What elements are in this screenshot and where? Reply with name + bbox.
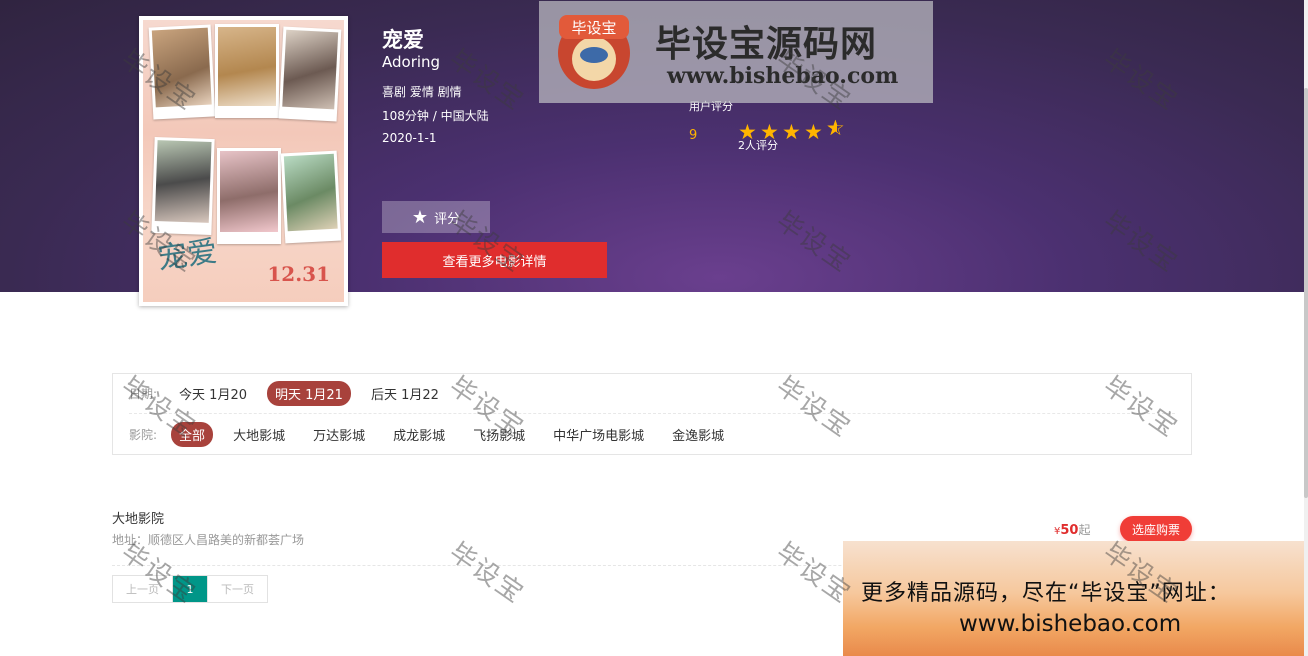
- poster-art: 宠爱 12.31: [143, 20, 344, 302]
- movie-title: 宠爱: [382, 28, 424, 52]
- page-scrollbar[interactable]: [1304, 0, 1308, 656]
- cinema-option[interactable]: 飞扬影城: [465, 422, 533, 447]
- poster-title: 宠爱: [155, 233, 220, 277]
- date-filter-label: 日期:: [129, 387, 158, 401]
- star-half-icon: ☆ ★: [826, 116, 845, 140]
- scrollbar-thumb[interactable]: [1304, 88, 1308, 498]
- cinema-option[interactable]: 成龙影城: [385, 422, 453, 447]
- rating-stars: ★ ★ ★ ★ ☆ ★: [738, 116, 848, 143]
- rate-button[interactable]: ★ 评分: [382, 201, 490, 233]
- cinema-option-active[interactable]: 全部: [171, 421, 214, 447]
- cinema-address: 地址：顺德区人昌路美的新都荟广场: [112, 533, 305, 547]
- cinema-price: ¥50起: [1054, 521, 1090, 538]
- cinema-option[interactable]: 中华广场电影城: [545, 422, 652, 447]
- rating-score: 9: [689, 128, 698, 143]
- star-full-icon: ★: [804, 120, 823, 144]
- poster-photo: [278, 26, 342, 122]
- watermark-text: 毕设宝: [443, 537, 530, 610]
- filter-panel: 日期: 今天 1月20 明天 1月21 后天 1月22 影院: 全部 大地影城 …: [112, 373, 1192, 455]
- date-option[interactable]: 后天 1月22: [363, 381, 447, 406]
- promo-url: www.bishebao.com: [959, 611, 1182, 637]
- star-icon: ★: [411, 206, 429, 227]
- promo-text: 更多精品源码，尽在“毕设宝”网址：: [861, 581, 1231, 606]
- watermark-logo: 毕设宝 毕设宝源码网 www.bishebao.com: [539, 1, 933, 103]
- poster-photo: [215, 24, 279, 118]
- date-filter-row: 日期: 今天 1月20 明天 1月21 后天 1月22: [129, 374, 1175, 414]
- pagination: 上一页 1 下一页: [112, 575, 268, 603]
- cinema-option[interactable]: 万达影城: [305, 422, 373, 447]
- current-page[interactable]: 1: [173, 576, 207, 602]
- logo-badge-icon: 毕设宝: [558, 15, 630, 89]
- price-value: 50: [1060, 523, 1079, 538]
- movie-english-title: Adoring: [382, 53, 441, 71]
- rating-count: 2人评分: [738, 139, 778, 152]
- poster-date: 12.31: [267, 262, 330, 286]
- poster-photo: [280, 150, 342, 244]
- next-page-button[interactable]: 下一页: [207, 576, 267, 602]
- cinema-option[interactable]: 大地影城: [225, 422, 293, 447]
- poster-photo: [148, 24, 216, 120]
- movie-genres: 喜剧 爱情 剧情: [382, 85, 462, 99]
- rate-button-label: 评分: [434, 210, 461, 226]
- price-suffix: 起: [1078, 523, 1091, 537]
- logo-badge-text: 毕设宝: [571, 19, 616, 37]
- movie-release-date: 2020-1-1: [382, 131, 437, 145]
- movie-duration-region: 108分钟 / 中国大陆: [382, 109, 489, 123]
- more-details-button[interactable]: 查看更多电影详情: [382, 242, 607, 278]
- star-full-icon: ★: [782, 120, 801, 144]
- select-seat-button[interactable]: 选座购票: [1120, 516, 1192, 542]
- date-option-active[interactable]: 明天 1月21: [267, 381, 351, 406]
- poster-photo: [151, 136, 215, 236]
- movie-poster: 宠爱 12.31: [139, 16, 348, 306]
- prev-page-button[interactable]: 上一页: [113, 576, 173, 602]
- date-option[interactable]: 今天 1月20: [171, 381, 255, 406]
- cinema-name[interactable]: 大地影院: [112, 508, 164, 527]
- poster-photo: [217, 148, 281, 244]
- cinema-filter-row: 影院: 全部 大地影城 万达影城 成龙影城 飞扬影城 中华广场电影城 金逸影城: [129, 414, 744, 454]
- cinema-option[interactable]: 金逸影城: [664, 422, 732, 447]
- logo-name: 毕设宝源码网: [655, 24, 878, 65]
- logo-url: www.bishebao.com: [667, 63, 899, 89]
- promo-banner: 更多精品源码，尽在“毕设宝”网址： www.bishebao.com: [843, 541, 1308, 656]
- cinema-filter-label: 影院:: [129, 427, 158, 442]
